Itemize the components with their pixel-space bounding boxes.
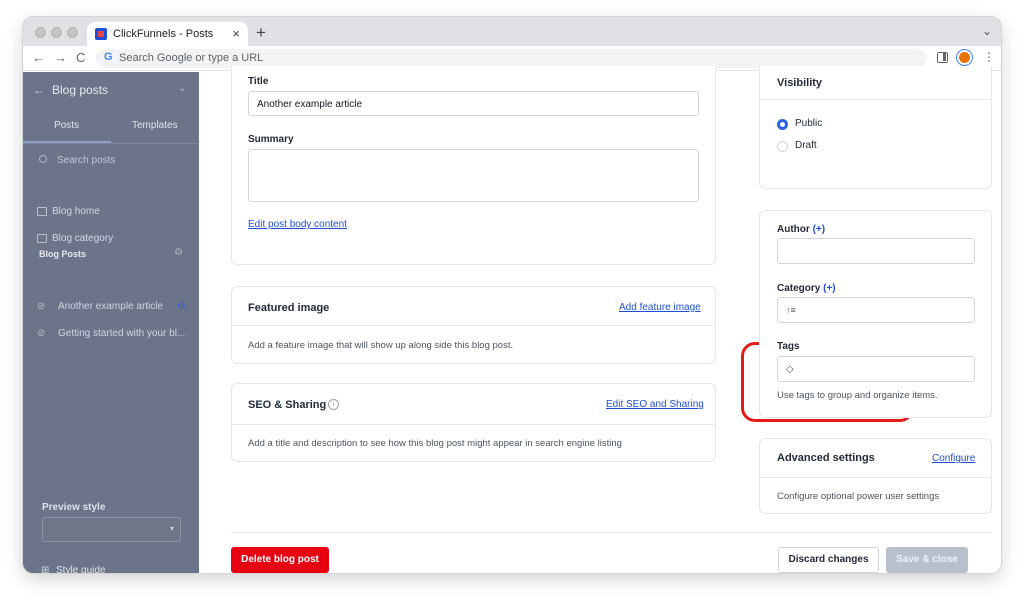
category-select[interactable]: ↑≡ xyxy=(777,297,975,323)
tab-search-chevron-icon[interactable]: ⌄ xyxy=(982,24,992,38)
search-icon xyxy=(39,155,47,163)
post-details-card: Title Another example article Summary Ed… xyxy=(231,66,716,265)
configure-link[interactable]: Configure xyxy=(932,453,975,464)
title-input[interactable]: Another example article xyxy=(248,91,699,116)
card-divider xyxy=(232,325,715,326)
card-divider xyxy=(232,424,715,425)
clickfunnels-favicon-icon xyxy=(95,28,107,40)
tab-title: ClickFunnels - Posts xyxy=(113,28,214,40)
title-label: Title xyxy=(248,76,269,87)
sort-icon: ↑≡ xyxy=(786,305,796,315)
back-arrow-icon[interactable]: ← xyxy=(33,83,45,97)
advanced-settings-description: Configure optional power user settings xyxy=(777,491,940,502)
featured-image-title: Featured image xyxy=(248,302,330,314)
footer-divider xyxy=(231,532,992,533)
sidebar-post-getting-started[interactable]: Getting started with your bl... xyxy=(58,328,185,339)
style-guide-link[interactable]: Style guide xyxy=(56,565,105,573)
edit-seo-sharing-link[interactable]: Edit SEO and Sharing xyxy=(606,399,704,410)
document-icon: ⊘ xyxy=(37,328,46,339)
forward-arrow-icon[interactable]: → xyxy=(54,50,67,65)
tag-icon: ◇ xyxy=(786,364,794,375)
post-meta-card: Author (+) Category (+) ↑≡ Tags ◇ Use ta… xyxy=(759,210,992,418)
tags-help-text: Use tags to group and organize items. xyxy=(777,390,938,401)
post-settings-gear-icon[interactable]: ⚙ xyxy=(177,301,186,312)
sidebar-title[interactable]: Blog posts xyxy=(52,83,108,97)
search-posts-input[interactable]: Search posts xyxy=(57,155,115,166)
sidebar-item-blog-home[interactable]: Blog home xyxy=(52,206,100,217)
browser-menu-icon[interactable]: ⋮ xyxy=(983,50,995,64)
draft-radio-label[interactable]: Draft xyxy=(795,140,817,151)
info-icon[interactable]: i xyxy=(328,399,339,410)
seo-sharing-card: SEO & Sharing i Edit SEO and Sharing Add… xyxy=(231,383,716,462)
discard-changes-button[interactable]: Discard changes xyxy=(778,547,879,573)
public-radio-label[interactable]: Public xyxy=(795,118,822,129)
featured-image-card: Featured image Add feature image Add a f… xyxy=(231,286,716,364)
title-value: Another example article xyxy=(257,99,363,110)
sidebar-divider xyxy=(23,143,199,144)
new-tab-button[interactable]: + xyxy=(256,23,266,43)
blog-sidebar: ← Blog posts ⌄ Posts Templates Search po… xyxy=(23,72,199,573)
tab-close-icon[interactable]: × xyxy=(232,26,240,41)
preview-style-label: Preview style xyxy=(42,502,106,513)
draft-radio[interactable] xyxy=(777,141,788,152)
visibility-card: Visibility Public Draft xyxy=(759,66,992,189)
page-layout-icon xyxy=(37,207,47,216)
document-icon: ⊘ xyxy=(37,301,46,312)
profile-avatar[interactable] xyxy=(957,50,972,65)
zoom-window-button[interactable] xyxy=(67,27,78,38)
advanced-settings-card: Advanced settings Configure Configure op… xyxy=(759,438,992,514)
edit-post-body-link[interactable]: Edit post body content xyxy=(248,219,347,230)
google-icon: G xyxy=(104,51,113,63)
summary-textarea[interactable] xyxy=(248,149,699,202)
browser-tab-bar: ClickFunnels - Posts × + ⌄ xyxy=(23,17,1001,46)
sidebar-item-blog-category[interactable]: Blog category xyxy=(52,233,113,244)
preview-style-select[interactable]: ▾ xyxy=(42,517,181,542)
card-divider xyxy=(760,477,991,478)
public-radio[interactable] xyxy=(777,119,788,130)
back-arrow-icon[interactable]: ← xyxy=(32,50,45,65)
seo-sharing-title: SEO & Sharing xyxy=(248,399,327,411)
visibility-title: Visibility xyxy=(777,77,823,89)
close-window-button[interactable] xyxy=(35,27,46,38)
tab-posts[interactable]: Posts xyxy=(54,120,79,131)
sidebar-post-another-example[interactable]: Another example article xyxy=(58,301,163,312)
seo-description: Add a title and description to see how t… xyxy=(248,438,622,449)
add-feature-image-link[interactable]: Add feature image xyxy=(619,302,701,313)
tab-templates[interactable]: Templates xyxy=(132,120,178,131)
author-label: Author (+) xyxy=(777,224,826,235)
gear-icon[interactable]: ⚙ xyxy=(174,247,183,258)
save-close-button[interactable]: Save & close xyxy=(886,547,968,573)
author-input[interactable] xyxy=(777,238,975,264)
address-bar-placeholder: Search Google or type a URL xyxy=(119,52,264,64)
tags-label: Tags xyxy=(777,341,800,352)
reload-icon[interactable]: C xyxy=(76,50,85,65)
category-label: Category (+) xyxy=(777,283,836,294)
advanced-settings-title: Advanced settings xyxy=(777,452,875,464)
style-guide-icon: ⊞ xyxy=(41,565,50,573)
add-author-button[interactable]: (+) xyxy=(813,224,826,235)
featured-image-description: Add a feature image that will show up al… xyxy=(248,340,514,351)
chevron-down-icon[interactable]: ⌄ xyxy=(178,83,186,94)
delete-blog-post-button[interactable]: Delete blog post xyxy=(231,547,329,573)
browser-window: ClickFunnels - Posts × + ⌄ ← → C G Searc… xyxy=(23,17,1001,573)
card-divider xyxy=(760,99,991,100)
section-title: Blog Posts xyxy=(39,249,87,259)
post-editor: Title Another example article Summary Ed… xyxy=(199,66,1001,573)
browser-tab[interactable]: ClickFunnels - Posts × xyxy=(87,22,248,46)
minimize-window-button[interactable] xyxy=(51,27,62,38)
side-panel-icon[interactable] xyxy=(937,52,948,63)
chevron-down-icon: ▾ xyxy=(169,524,174,533)
tags-input[interactable]: ◇ xyxy=(777,356,975,382)
summary-label: Summary xyxy=(248,134,294,145)
add-category-button[interactable]: (+) xyxy=(823,283,836,294)
page-layout-icon xyxy=(37,234,47,243)
